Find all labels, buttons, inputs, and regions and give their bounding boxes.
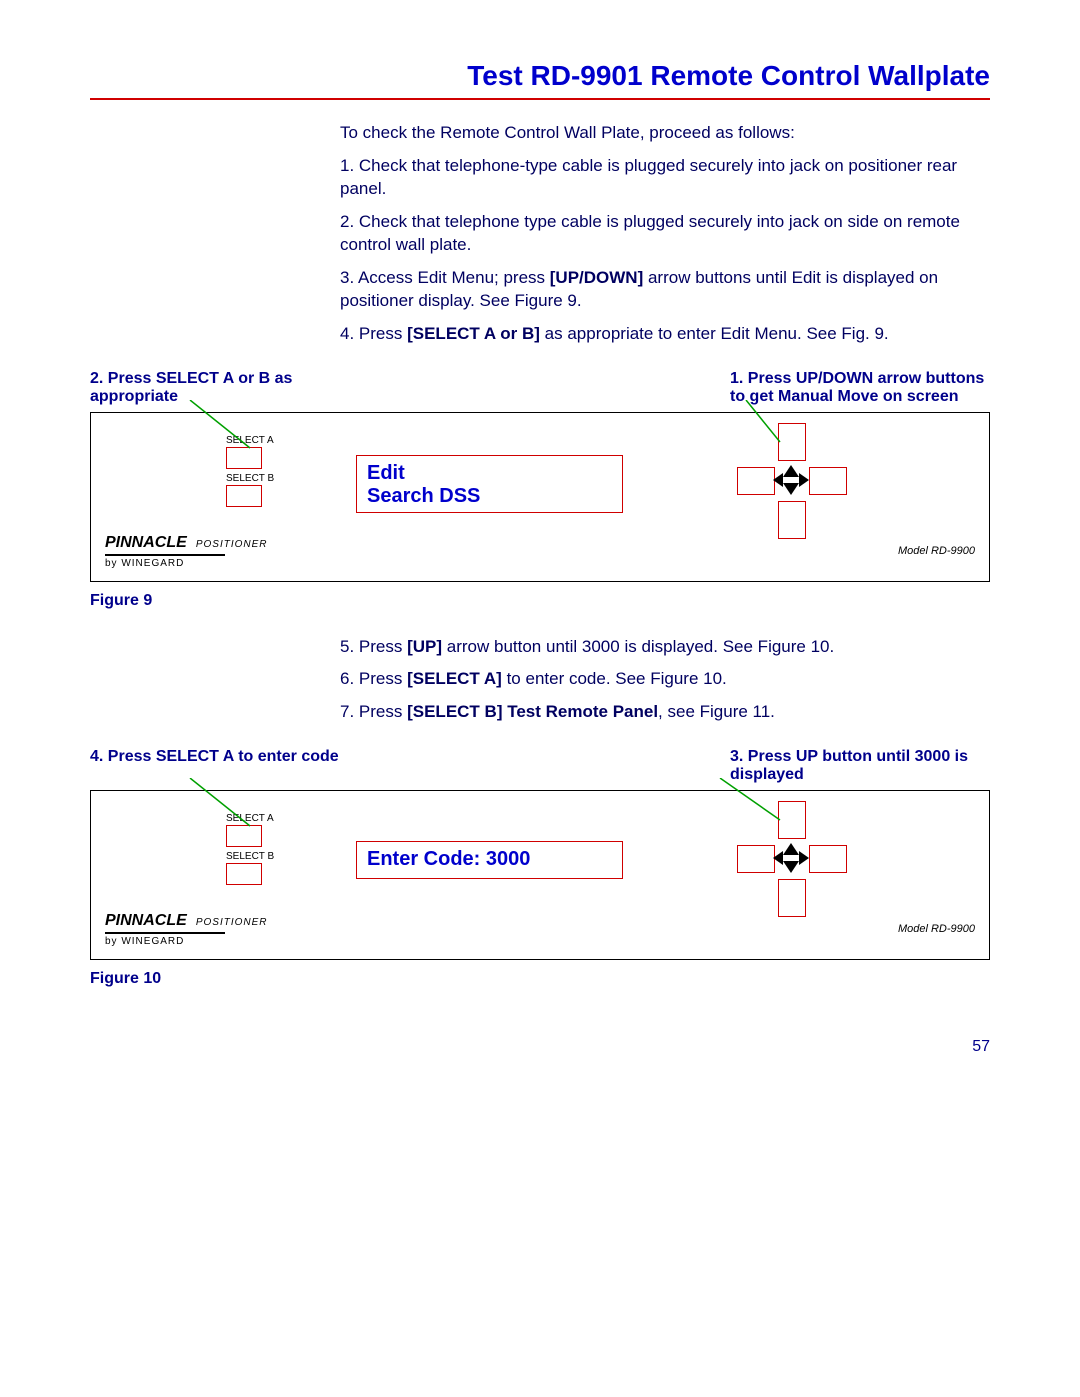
- brand-sub: POSITIONER: [196, 539, 268, 550]
- page-title: Test RD-9901 Remote Control Wallplate: [90, 60, 990, 92]
- steps-5-7: 5. Press [UP] arrow button until 3000 is…: [340, 636, 990, 725]
- title-rule: [90, 98, 990, 100]
- brand-name: PINNACLE: [105, 534, 187, 552]
- right-button[interactable]: [809, 467, 847, 495]
- figure10-panel-wrap: SELECT A SELECT B Enter Code: 3000 PINNA…: [90, 790, 990, 960]
- brand-rule: [105, 554, 225, 556]
- left-arrow-icon-2: [773, 851, 783, 865]
- step-5: 5. Press [UP] arrow button until 3000 is…: [340, 636, 990, 659]
- down-arrow-icon-2: [783, 861, 799, 873]
- model-label-fig9: Model RD-9900: [898, 545, 975, 557]
- select-b-label: SELECT B: [226, 473, 274, 484]
- select-a-label: SELECT A: [226, 435, 274, 446]
- arrow-cluster-fig9: [731, 423, 851, 543]
- figure10-callouts: 4. Press SELECT A to enter code 3. Press…: [90, 748, 990, 784]
- screen10-text: Enter Code: 3000: [367, 848, 612, 871]
- intro-block: To check the Remote Control Wall Plate, …: [340, 122, 990, 346]
- select-b-label-2: SELECT B: [226, 851, 274, 862]
- figure9-panel-wrap: SELECT A SELECT B Edit Search DSS: [90, 412, 990, 582]
- figure9-callouts: 2. Press SELECT A or B as appropriate 1.…: [90, 370, 990, 406]
- positioner-panel-fig9: SELECT A SELECT B Edit Search DSS: [90, 412, 990, 582]
- callout-fig9-left: 2. Press SELECT A or B as appropriate: [90, 370, 350, 406]
- screen-line2: Search DSS: [367, 485, 612, 508]
- left-arrow-icon: [773, 473, 783, 487]
- up-arrow-icon: [783, 465, 799, 477]
- select-b-button[interactable]: [226, 485, 262, 507]
- intro-text: To check the Remote Control Wall Plate, …: [340, 122, 990, 145]
- figure10-label: Figure 10: [90, 970, 990, 988]
- right-button-2[interactable]: [809, 845, 847, 873]
- brand-block-fig9: PINNACLE POSITIONER by WINEGARD: [105, 534, 268, 569]
- page-number: 57: [90, 1038, 990, 1056]
- select-a-button[interactable]: [226, 447, 262, 469]
- select-a-label-2: SELECT A: [226, 813, 274, 824]
- callout-fig10-right: 3. Press UP button until 3000 is display…: [730, 748, 990, 784]
- step-6: 6. Press [SELECT A] to enter code. See F…: [340, 668, 990, 691]
- up-button-2[interactable]: [778, 801, 806, 839]
- up-arrow-icon-2: [783, 843, 799, 855]
- step-3: 3. Access Edit Menu; press [UP/DOWN] arr…: [340, 267, 990, 313]
- display-screen-fig10: Enter Code: 3000: [356, 841, 623, 879]
- display-screen-fig9: Edit Search DSS: [356, 455, 623, 513]
- select-a-button-2[interactable]: [226, 825, 262, 847]
- callout-fig10-left: 4. Press SELECT A to enter code: [90, 748, 350, 784]
- step-7: 7. Press [SELECT B] Test Remote Panel, s…: [340, 701, 990, 724]
- positioner-panel-fig10: SELECT A SELECT B Enter Code: 3000 PINNA…: [90, 790, 990, 960]
- right-arrow-icon-2: [799, 851, 809, 865]
- screen-line1: Edit: [367, 462, 612, 485]
- callout-fig9-right: 1. Press UP/DOWN arrow buttons to get Ma…: [730, 370, 990, 406]
- step-4: 4. Press [SELECT A or B] as appropriate …: [340, 323, 990, 346]
- select-b-button-2[interactable]: [226, 863, 262, 885]
- brand-rule-2: [105, 932, 225, 934]
- left-button[interactable]: [737, 467, 775, 495]
- right-arrow-icon: [799, 473, 809, 487]
- step-1: 1. Check that telephone-type cable is pl…: [340, 155, 990, 201]
- left-button-2[interactable]: [737, 845, 775, 873]
- brand-block-fig10: PINNACLE POSITIONER by WINEGARD: [105, 912, 268, 947]
- down-button-2[interactable]: [778, 879, 806, 917]
- down-button[interactable]: [778, 501, 806, 539]
- down-arrow-icon: [783, 483, 799, 495]
- brand-name-2: PINNACLE: [105, 912, 187, 930]
- figure9-label: Figure 9: [90, 592, 990, 610]
- up-button[interactable]: [778, 423, 806, 461]
- brand-by: by WINEGARD: [105, 558, 268, 569]
- model-label-fig10: Model RD-9900: [898, 923, 975, 935]
- brand-by-2: by WINEGARD: [105, 936, 268, 947]
- step-2: 2. Check that telephone type cable is pl…: [340, 211, 990, 257]
- brand-sub-2: POSITIONER: [196, 917, 268, 928]
- arrow-cluster-fig10: [731, 801, 851, 921]
